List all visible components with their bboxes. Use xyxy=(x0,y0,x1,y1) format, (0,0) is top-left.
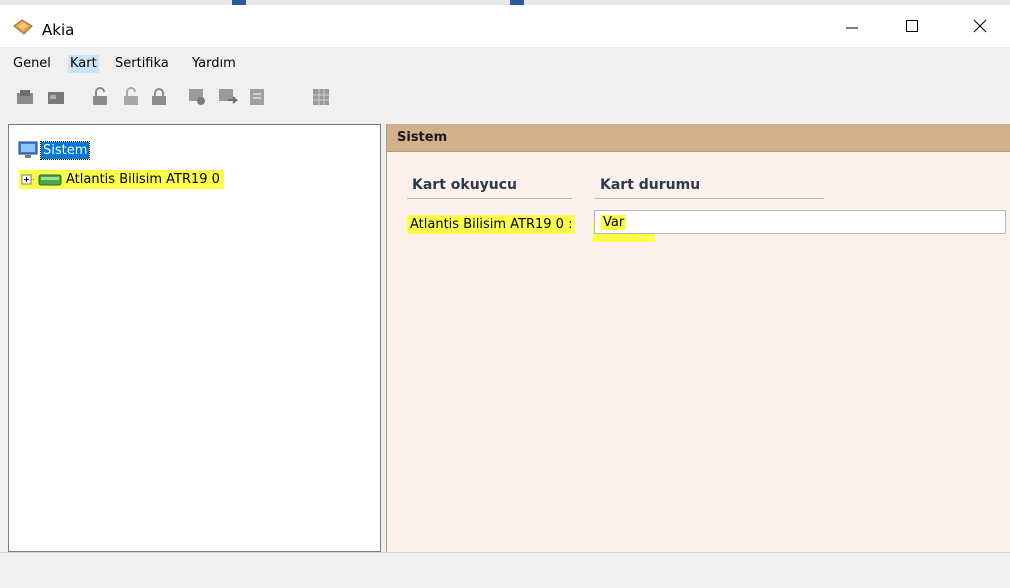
splitter[interactable] xyxy=(381,124,385,552)
computer-icon xyxy=(18,141,38,158)
close-button[interactable] xyxy=(950,5,1010,47)
lock-icon[interactable] xyxy=(148,86,170,108)
divider xyxy=(594,198,824,199)
detail-header: Sistem xyxy=(387,124,1010,152)
tree-panel: Sistem Atlantis Bilisim ATR19 0 xyxy=(8,124,381,552)
tree-label-reader[interactable]: Atlantis Bilisim ATR19 0 xyxy=(66,172,220,187)
toolbar xyxy=(0,86,1010,114)
reader-row-label: Atlantis Bilisim ATR19 0 : xyxy=(407,215,576,234)
document-icon[interactable] xyxy=(246,86,268,108)
title-bar: Akia xyxy=(0,5,1010,47)
minimize-icon xyxy=(846,27,858,29)
status-bar xyxy=(0,552,1010,588)
detail-panel: Sistem Kart okuyucu Kart durumu Atlantis… xyxy=(386,124,1010,552)
tree-node-sistem[interactable]: Sistem xyxy=(18,140,91,160)
menu-yardim[interactable]: Yardım xyxy=(190,55,238,73)
column-header-status: Kart durumu xyxy=(600,177,701,193)
menu-genel[interactable]: Genel xyxy=(11,55,53,73)
menu-kart[interactable]: Kart xyxy=(68,55,99,73)
lock-open-icon[interactable] xyxy=(120,86,142,108)
grid-icon[interactable] xyxy=(310,86,332,108)
app-icon xyxy=(13,19,33,35)
tree-label-sistem[interactable]: Sistem xyxy=(39,140,91,160)
menu-bar: Genel Kart Sertifika Yardım xyxy=(0,52,1010,76)
column-header-reader: Kart okuyucu xyxy=(412,177,518,193)
tree-node-reader[interactable]: Atlantis Bilisim ATR19 0 xyxy=(19,170,224,189)
card-icon[interactable] xyxy=(45,86,67,108)
detail-title: Sistem xyxy=(397,130,448,145)
minimize-button[interactable] xyxy=(822,5,882,47)
card-reader-icon xyxy=(38,174,62,185)
menu-sertifika[interactable]: Sertifika xyxy=(113,55,171,73)
certificate-export-icon[interactable] xyxy=(216,86,238,108)
maximize-button[interactable] xyxy=(882,5,942,47)
close-icon xyxy=(973,19,987,33)
certificate-icon[interactable] xyxy=(186,86,208,108)
unlock-icon[interactable] xyxy=(89,86,111,108)
card-reader-icon[interactable] xyxy=(14,86,36,108)
card-status-field[interactable]: Var xyxy=(594,210,1006,234)
divider xyxy=(407,198,572,199)
expand-icon[interactable] xyxy=(21,174,35,186)
card-status-value: Var xyxy=(601,215,627,230)
window-title: Akia xyxy=(42,21,75,39)
maximize-icon xyxy=(906,20,918,32)
